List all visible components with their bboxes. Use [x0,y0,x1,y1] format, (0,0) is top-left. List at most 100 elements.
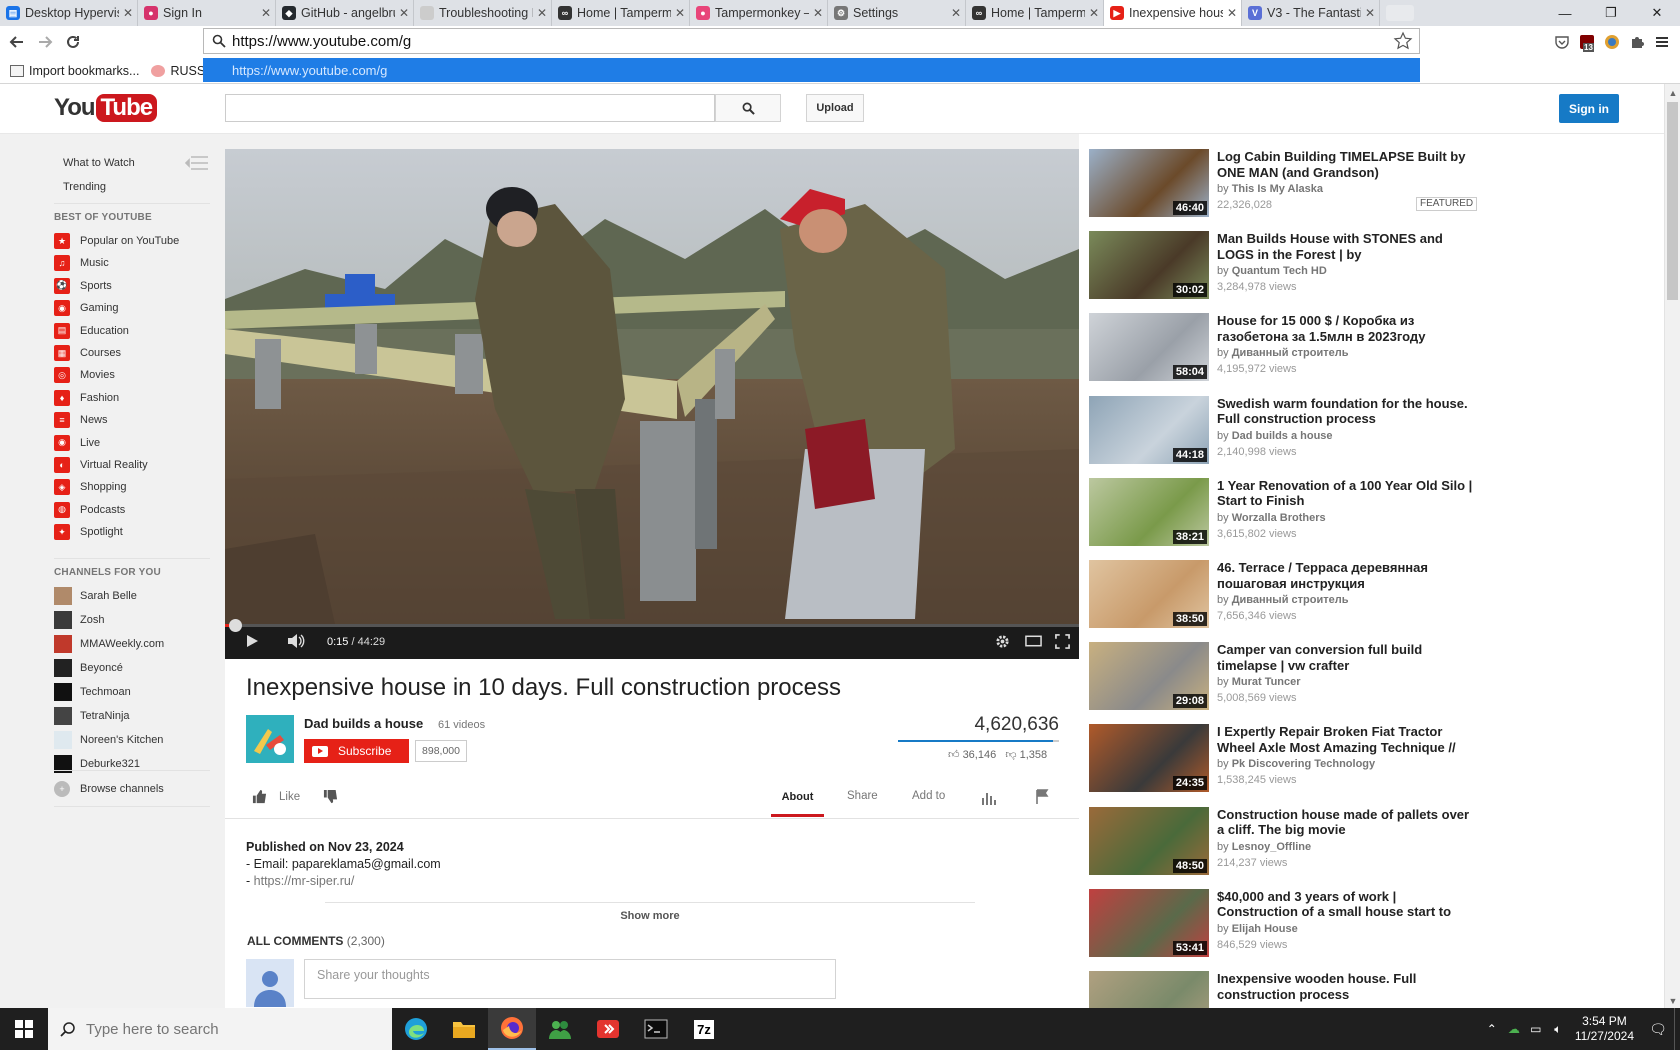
tab-close-icon[interactable]: ✕ [533,6,551,20]
tab-about[interactable]: About [771,779,824,817]
guide-item[interactable]: ≡ News [54,411,108,429]
subscribe-button[interactable]: Subscribe [304,739,409,763]
browser-tab[interactable]: Troubleshooting Info✕ [414,0,552,26]
tampermonkey-icon[interactable] [1604,34,1620,50]
related-channel-name[interactable]: Murat Tuncer [1232,676,1301,688]
taskbar-app-red[interactable] [584,1008,632,1050]
browser-tab[interactable]: ∞ Home | Tamperm ✕ [966,0,1104,26]
related-video-item[interactable]: 48:50 Construction house made of pallets … [1089,806,1569,875]
guide-channel-item[interactable]: Noreen's Kitchen [54,731,163,749]
related-thumbnail[interactable] [1089,971,1209,1008]
url-input[interactable] [232,32,1393,50]
scroll-up-arrow-icon[interactable]: ▲ [1665,88,1680,98]
guide-item[interactable]: ◎ Movies [54,366,115,384]
network-icon[interactable]: ▭ [1525,1022,1547,1036]
comment-input[interactable]: Share your thoughts [304,959,836,999]
guide-channel-item[interactable]: Zosh [54,611,104,629]
progress-bar[interactable] [225,619,1079,632]
guide-channel-item[interactable]: TetraNinja [54,707,130,725]
tab-close-icon[interactable]: ✕ [395,6,413,20]
page-scrollbar[interactable]: ▲ ▼ [1664,84,1680,1008]
related-title[interactable]: Man Builds House with STONES and LOGS in… [1217,231,1477,262]
theater-mode-icon[interactable] [1025,634,1042,648]
fullscreen-icon[interactable] [1055,634,1070,649]
upload-button[interactable]: Upload [806,94,864,122]
taskbar-app-green[interactable] [536,1008,584,1050]
related-channel-name[interactable]: Dad builds a house [1232,430,1333,442]
menu-icon[interactable] [1654,34,1670,50]
show-desktop-button[interactable] [1674,1008,1680,1050]
related-video-item[interactable]: 38:21 1 Year Renovation of a 100 Year Old… [1089,477,1569,546]
guide-menu-icon[interactable] [185,154,209,172]
tab-close-icon[interactable]: ✕ [809,6,827,20]
tab-close-icon[interactable]: ✕ [671,6,689,20]
guide-item[interactable]: ◉ Gaming [54,299,119,317]
report-flag-icon[interactable] [1035,789,1049,804]
play-icon[interactable] [245,634,259,648]
tab-close-icon[interactable]: ✕ [1223,6,1241,20]
guide-channel-item[interactable]: Techmoan [54,683,131,701]
volume-icon[interactable]: 🔈︎ [1547,1022,1569,1037]
browser-tab[interactable]: ◆ GitHub - angelbru ✕ [276,0,414,26]
related-thumbnail[interactable]: 53:41 [1089,888,1209,957]
chevron-up-icon[interactable]: ⌃ [1481,1022,1503,1036]
related-channel-name[interactable]: Диванный строитель [1232,347,1349,359]
related-channel-name[interactable]: Lesnoy_Offline [1232,841,1311,853]
related-thumbnail[interactable]: 38:21 [1089,477,1209,546]
related-title[interactable]: 46. Terrace / Терраса деревянная пошагов… [1217,560,1477,591]
bookmark-import[interactable]: Import bookmarks... [10,64,139,78]
related-title[interactable]: $40,000 and 3 years of work | Constructi… [1217,889,1477,920]
like-button[interactable]: Like [252,789,300,804]
browser-tab[interactable]: ● Tampermonkey – ✕ [690,0,828,26]
taskbar-search[interactable] [48,1008,392,1050]
related-thumbnail[interactable]: 29:08 [1089,642,1209,711]
guide-what-to-watch[interactable]: What to Watch [63,157,135,169]
related-channel-name[interactable]: Quantum Tech HD [1232,265,1327,277]
guide-channel-item[interactable]: Sarah Belle [54,587,137,605]
back-button[interactable] [3,28,31,56]
browser-tab[interactable]: ⚙ Settings ✕ [828,0,966,26]
guide-item[interactable]: ★ Popular on YouTube [54,232,179,250]
minimize-button[interactable]: — [1542,0,1588,26]
taskbar-firefox[interactable] [488,1008,536,1050]
browser-tab[interactable]: V V3 - The Fantastic ✕ [1242,0,1380,26]
related-thumbnail[interactable]: 58:04 [1089,313,1209,382]
scrubber-handle[interactable] [228,619,242,632]
related-channel-name[interactable]: This Is My Alaska [1232,183,1323,195]
guide-item[interactable]: ◐ Virtual Reality [54,456,148,474]
related-title[interactable]: Swedish warm foundation for the house. F… [1217,396,1477,427]
related-channel-name[interactable]: Worzalla Brothers [1232,512,1326,524]
taskbar-terminal[interactable] [632,1008,680,1050]
guide-channel-item[interactable]: Beyoncé [54,659,123,677]
related-thumbnail[interactable]: 24:35 [1089,724,1209,793]
browser-tab[interactable]: ▶ Inexpensive house ✕ [1104,0,1242,26]
video-frame[interactable] [225,149,1079,624]
related-title[interactable]: 1 Year Renovation of a 100 Year Old Silo… [1217,478,1477,509]
related-title[interactable]: Camper van conversion full build timelap… [1217,642,1477,673]
related-thumbnail[interactable]: 44:18 [1089,395,1209,464]
new-tab-button[interactable] [1386,5,1414,21]
ublock-icon[interactable]: 13 [1579,34,1595,52]
related-channel-name[interactable]: Диванный строитель [1232,594,1349,606]
guide-item[interactable]: ◍ Podcasts [54,501,125,519]
related-title[interactable]: Log Cabin Building TIMELAPSE Built by ON… [1217,149,1477,180]
taskbar-search-input[interactable] [86,1020,366,1038]
browser-tab[interactable]: ● Sign In ✕ [138,0,276,26]
tab-close-icon[interactable]: ✕ [947,6,965,20]
related-video-item[interactable]: 30:02 Man Builds House with STONES and LO… [1089,231,1569,300]
related-title[interactable]: I Expertly Repair Broken Fiat Tractor Wh… [1217,724,1477,755]
guide-item[interactable]: ▤ Education [54,322,129,340]
maximize-button[interactable]: ❐ [1588,0,1634,26]
extensions-puzzle-icon[interactable] [1629,34,1645,50]
related-video-item[interactable]: 44:18 Swedish warm foundation for the hou… [1089,395,1569,464]
bookmark-star-icon[interactable] [1393,31,1413,51]
tab-close-icon[interactable]: ✕ [257,6,275,20]
related-video-item[interactable]: Inexpensive wooden house. Full construct… [1089,971,1569,1008]
guide-item[interactable]: ▦ Courses [54,344,121,362]
guide-item[interactable]: ◈ Shopping [54,478,127,496]
related-channel-name[interactable]: Pk Discovering Technology [1232,758,1375,770]
guide-item[interactable]: ⚽ Sports [54,277,112,295]
related-thumbnail[interactable]: 48:50 [1089,806,1209,875]
related-video-item[interactable]: 46:40 Log Cabin Building TIMELAPSE Built … [1089,149,1569,217]
reload-button[interactable] [59,28,87,56]
